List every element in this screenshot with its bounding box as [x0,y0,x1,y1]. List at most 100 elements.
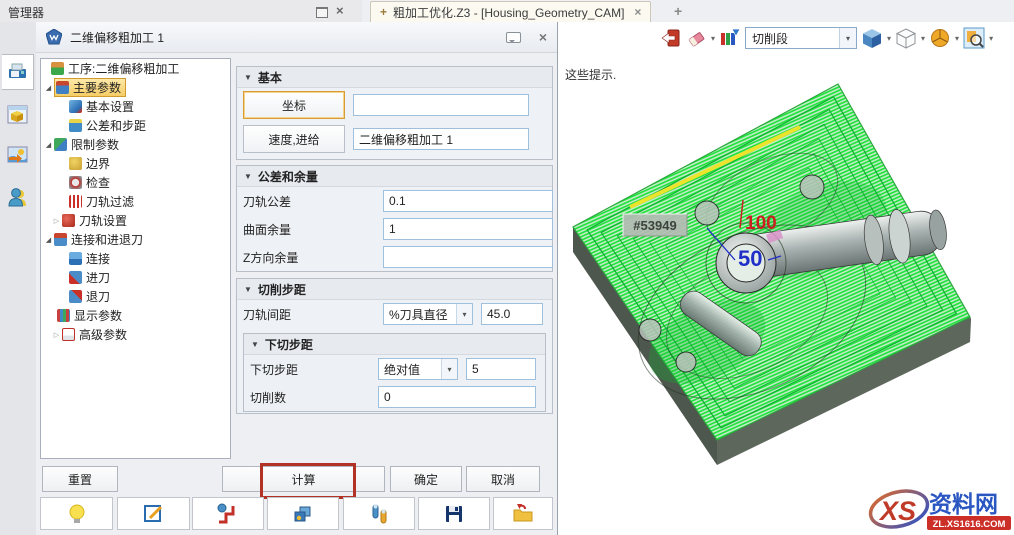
basic-setup-icon [69,100,82,113]
render-image-icon[interactable] [2,138,33,172]
printer-icon [8,63,26,78]
eraser-icon[interactable] [687,28,707,48]
tree-item-toolpath-filter[interactable]: 刀轨过滤 [41,192,230,211]
main-params-icon [56,81,69,94]
section-tolerance: ▼ 公差和余量 刀轨公差 曲面余量 Z方向余量 [236,165,553,272]
tree-item-operation[interactable]: 工序:二维偏移粗加工 [41,59,230,78]
surface-stock-input[interactable] [383,218,553,240]
pie-view-icon[interactable] [929,27,951,49]
close-icon[interactable]: × [336,3,344,18]
tree-item-main-params[interactable]: ◢ 主要参数 [41,78,230,97]
watermark-url: ZL.XS1616.COM [933,519,1006,530]
z-stock-input[interactable] [383,246,553,268]
viewport-hint-text: 这些提示. [565,68,617,82]
cut-count-input[interactable] [378,386,536,408]
chevron-down-icon[interactable]: ▾ [955,34,959,43]
comment-icon[interactable] [505,31,521,43]
tree-item-basic-setup[interactable]: 基本设置 [41,97,230,116]
cancel-button[interactable]: 取消 [466,466,540,492]
save-icon[interactable] [418,497,490,530]
stepover-type-dropdown[interactable]: %刀具直径 ▾ [383,303,473,325]
tree-item-limit-params[interactable]: ◢ 限制参数 [41,135,230,154]
section-basic: ▼ 基本 坐标 速度,进给 [236,66,553,160]
stepdown-type-dropdown[interactable]: 绝对值 ▾ [378,358,458,380]
display-params-icon [57,309,70,322]
dialog-close-icon[interactable]: × [539,29,547,45]
batch-calc-icon[interactable] [267,497,339,530]
speed-feed-button[interactable]: 速度,进给 [243,125,345,153]
zoom-region-icon[interactable] [963,27,985,49]
lead-path-icon[interactable] [192,497,264,530]
reset-button[interactable]: 重置 [42,466,118,492]
tree-item-boundary[interactable]: 边界 [41,154,230,173]
open-folder-icon[interactable] [493,497,553,530]
section-tolerance-header[interactable]: ▼ 公差和余量 [237,166,552,187]
tree-item-display-params[interactable]: 显示参数 [41,306,230,325]
tab-title: 粗加工优化.Z3 - [Housing_Geometry_CAM] [393,5,625,20]
link-icon [69,252,82,265]
operation-dialog: 二维偏移粗加工 1 × 工序:二维偏移粗加工 ◢ 主要参数 基本设置 公差和步距… [36,22,558,535]
tree-item-lead-out[interactable]: 退刀 [41,287,230,306]
collapse-icon[interactable]: ▼ [251,340,259,349]
zw3d-cam-window: 管理器 × + 粗加工优化.Z3 - [Housing_Geometry_CAM… [0,0,1014,535]
ok-button[interactable]: 确定 [390,466,462,492]
section-basic-header[interactable]: ▼ 基本 [237,67,552,88]
output-manager-icon[interactable] [2,54,34,90]
tool-manager-icon[interactable] [343,497,415,530]
link-retract-icon [54,233,67,246]
chevron-down-icon[interactable]: ▾ [989,34,993,43]
chevron-down-icon[interactable]: ▾ [839,28,857,48]
chevron-down-icon[interactable]: ▾ [921,34,925,43]
new-tab-button[interactable]: + [674,3,682,19]
calculate-button[interactable]: 计算 [222,466,385,492]
collapse-icon[interactable]: ▼ [244,172,252,181]
wireframe-cube-icon[interactable] [895,27,917,49]
chevron-down-icon[interactable]: ▾ [711,34,715,43]
3d-viewport[interactable]: #53949 100 50 这些提示. ▾ 切削段 ▾ ▾ ▾ ▾ ▾ XS 资… [557,22,1014,535]
dimension-100: 100 [745,213,777,234]
document-tab-bar: + 粗加工优化.Z3 - [Housing_Geometry_CAM] × + [362,0,1014,23]
manager-panel-header: 管理器 × [0,0,362,22]
tree-item-lead-in[interactable]: 进刀 [41,268,230,287]
dialog-title-bar: 二维偏移粗加工 1 × [36,22,557,53]
collapse-icon[interactable]: ▼ [244,73,252,82]
restore-icon[interactable] [316,7,328,18]
tree-item-link[interactable]: 连接 [41,249,230,268]
shaded-cube-icon[interactable] [861,27,883,49]
stepover-value-input[interactable] [481,303,543,325]
section-stepdown-header[interactable]: ▼ 下切步距 [244,334,545,355]
solid-geometry-icon[interactable] [2,98,33,132]
parameter-tree: 工序:二维偏移粗加工 ◢ 主要参数 基本设置 公差和步距 ◢ 限制参数 边界 检… [40,58,231,459]
tree-item-link-retract[interactable]: ◢ 连接和进退刀 [41,230,230,249]
image-sun-icon [7,146,27,163]
tree-item-advanced-params[interactable]: ▷ 高级参数 [41,325,230,344]
tab-housing-geometry-cam[interactable]: + 粗加工优化.Z3 - [Housing_Geometry_CAM] × [370,1,652,22]
cut-count-label: 切削数 [250,390,287,405]
display-mode-combobox[interactable]: 切削段 ▾ [745,27,858,49]
coordinate-input[interactable] [353,94,529,116]
watermark-name: 资料网 [929,491,998,517]
chevron-down-icon[interactable]: ▾ [887,34,891,43]
chevron-down-icon[interactable]: ▾ [456,304,472,324]
hint-bulb-icon[interactable] [40,497,113,530]
boundary-icon [69,157,82,170]
surface-stock-label: 曲面余量 [243,222,292,237]
operation-icon [51,62,64,75]
operation-type-icon [46,29,62,45]
stepdown-value-input[interactable] [466,358,536,380]
edit-operation-icon[interactable] [117,497,190,530]
tab-close-icon[interactable]: × [634,5,641,19]
section-stepover-header[interactable]: ▼ 切削步距 [237,279,552,300]
exit-icon[interactable] [661,28,683,48]
path-tolerance-input[interactable] [383,190,553,212]
tree-item-check[interactable]: 检查 [41,173,230,192]
color-filter-icon[interactable] [719,28,741,48]
tree-item-tolerance-step[interactable]: 公差和步距 [41,116,230,135]
tree-item-toolpath-settings[interactable]: ▷ 刀轨设置 [41,211,230,230]
collapse-icon[interactable]: ▼ [244,285,252,294]
user-assistant-icon[interactable] [2,180,33,214]
coordinate-button[interactable]: 坐标 [243,91,345,119]
chevron-down-icon[interactable]: ▾ [441,359,457,379]
section-stepover: ▼ 切削步距 刀轨间距 %刀具直径 ▾ ▼ 下切步距 下切步距 [236,278,553,414]
operation-name-input[interactable] [353,128,529,150]
